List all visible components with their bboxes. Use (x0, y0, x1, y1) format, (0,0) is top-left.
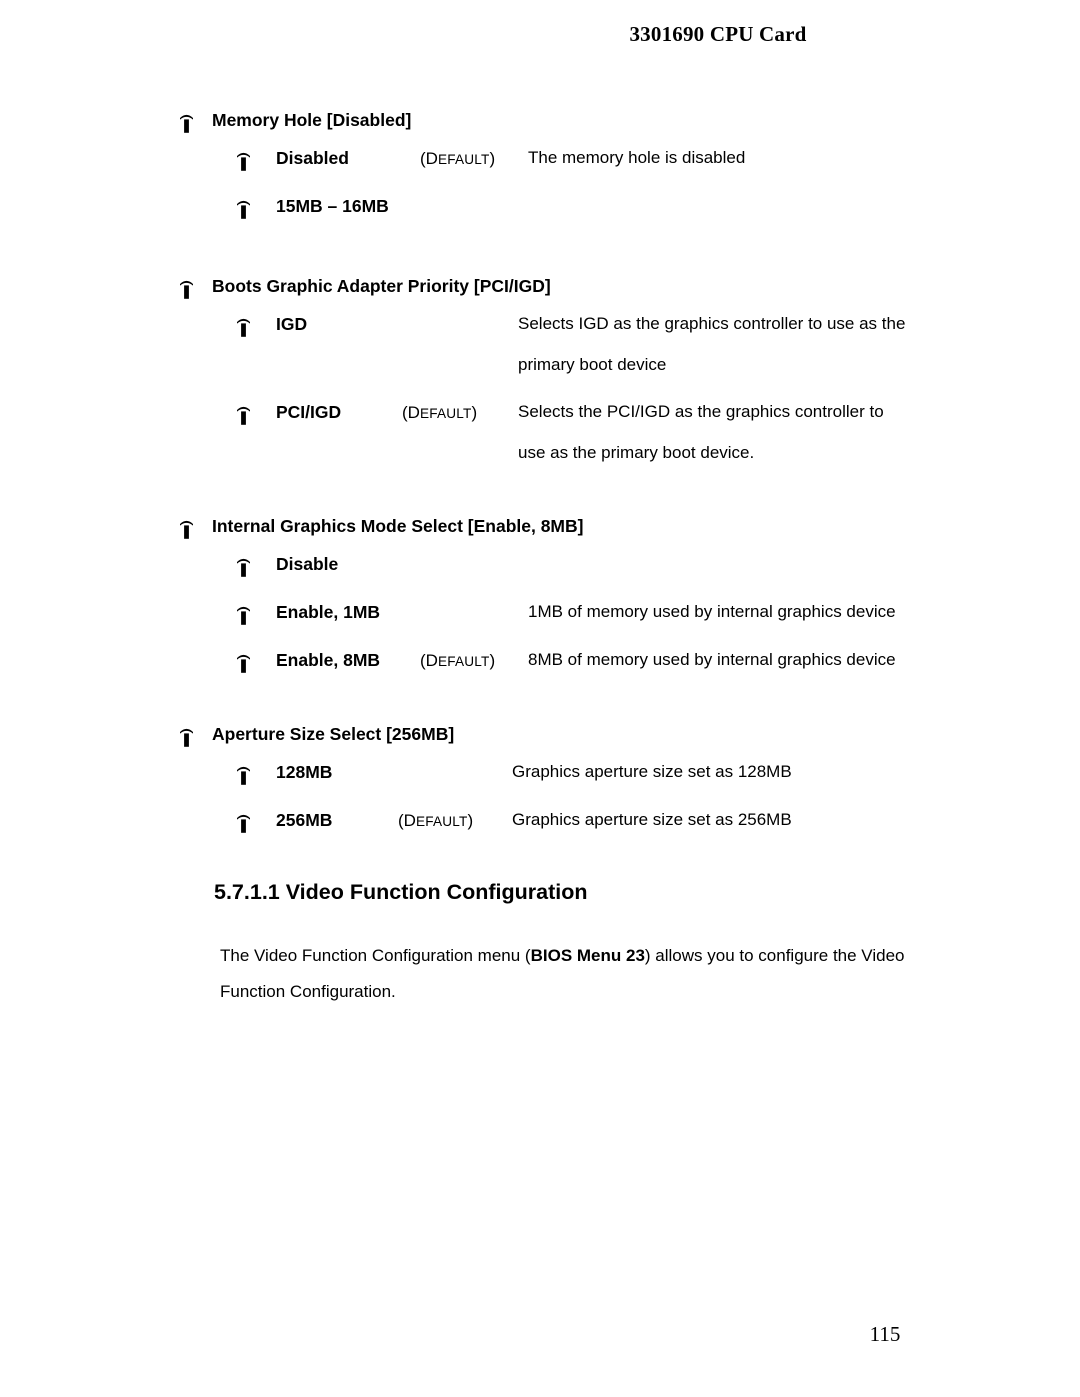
pushpin-bullet-icon (179, 519, 194, 540)
option-item-description: Selects the PCI/IGD as the graphics cont… (518, 402, 884, 462)
option-item-label: 256MB (276, 810, 333, 830)
pushpin-bullet-icon (236, 405, 251, 426)
option-item-label: Disabled (276, 148, 349, 168)
option-title-row: Memory Hole [Disabled] (0, 110, 1080, 148)
option-item-row: IGD Selects IGD as the graphics controll… (0, 314, 1080, 402)
pushpin-bullet-icon (236, 151, 251, 172)
option-item-row: 256MB (DEFAULT) Graphics aperture size s… (0, 810, 1080, 858)
option-item-row: 15MB – 16MB (0, 196, 1080, 244)
pushpin-bullet-icon (179, 727, 194, 748)
option-item-row: Disabled (DEFAULT) The memory hole is di… (0, 148, 1080, 196)
option-item-row: Disable (0, 554, 1080, 602)
option-title-row: Boots Graphic Adapter Priority [PCI/IGD] (0, 276, 1080, 314)
option-title-text: Boots Graphic Adapter Priority [PCI/IGD] (212, 276, 551, 296)
bios-menu-reference: BIOS Menu 23 (530, 946, 645, 965)
default-marker: (DEFAULT) (402, 403, 478, 422)
document-body: Memory Hole [Disabled] Disabled (DEFAULT… (0, 110, 1080, 858)
option-item-label: 128MB (276, 762, 333, 782)
pushpin-bullet-icon (236, 653, 251, 674)
section-paragraph: The Video Function Configuration menu (B… (220, 938, 940, 1010)
pushpin-bullet-icon (236, 813, 251, 834)
default-marker: (DEFAULT) (420, 149, 496, 168)
option-item-row: Enable, 1MB 1MB of memory used by intern… (0, 602, 1080, 650)
option-group-internal-graphics-mode-select: Internal Graphics Mode Select [Enable, 8… (0, 516, 1080, 724)
option-title-text: Aperture Size Select [256MB] (212, 724, 455, 744)
page-header-title: 3301690 CPU Card (629, 22, 807, 46)
option-item-row: Enable, 8MB (DEFAULT) 8MB of memory used… (0, 650, 1080, 698)
option-item-description: Graphics aperture size set as 256MB (512, 810, 792, 829)
pushpin-bullet-icon (236, 765, 251, 786)
option-item-description: Selects IGD as the graphics controller t… (518, 314, 906, 374)
option-group-boots-graphic-adapter-priority: Boots Graphic Adapter Priority [PCI/IGD]… (0, 276, 1080, 516)
pushpin-bullet-icon (236, 317, 251, 338)
option-title-row: Aperture Size Select [256MB] (0, 724, 1080, 762)
option-item-row: PCI/IGD (DEFAULT) Selects the PCI/IGD as… (0, 402, 1080, 490)
option-item-label: PCI/IGD (276, 402, 342, 422)
option-title-row: Internal Graphics Mode Select [Enable, 8… (0, 516, 1080, 554)
paragraph-text-before: The Video Function Configuration menu ( (220, 946, 531, 965)
option-title-text: Internal Graphics Mode Select [Enable, 8… (212, 516, 584, 536)
option-item-description: 1MB of memory used by internal graphics … (528, 602, 896, 621)
pushpin-bullet-icon (236, 557, 251, 578)
default-marker: (DEFAULT) (398, 811, 474, 830)
pushpin-bullet-icon (179, 113, 194, 134)
pushpin-bullet-icon (179, 279, 194, 300)
section-heading: 5.7.1.1 Video Function Configuration (214, 880, 588, 904)
option-item-label: Disable (276, 554, 339, 574)
option-group-aperture-size-select: Aperture Size Select [256MB] 128MB Graph… (0, 724, 1080, 858)
option-item-description: Graphics aperture size set as 128MB (512, 762, 792, 781)
option-item-description: The memory hole is disabled (528, 148, 746, 167)
option-item-row: 128MB Graphics aperture size set as 128M… (0, 762, 1080, 810)
option-item-label: IGD (276, 314, 308, 334)
option-group-memory-hole: Memory Hole [Disabled] Disabled (DEFAULT… (0, 110, 1080, 276)
option-item-label: Enable, 1MB (276, 602, 381, 622)
option-item-description: 8MB of memory used by internal graphics … (528, 650, 896, 669)
option-item-label: Enable, 8MB (276, 650, 381, 670)
option-item-label: 15MB – 16MB (276, 196, 389, 216)
pushpin-bullet-icon (236, 605, 251, 626)
pushpin-bullet-icon (236, 199, 251, 220)
option-title-text: Memory Hole [Disabled] (212, 110, 412, 130)
page-number: 115 (869, 1322, 901, 1346)
default-marker: (DEFAULT) (420, 651, 496, 670)
